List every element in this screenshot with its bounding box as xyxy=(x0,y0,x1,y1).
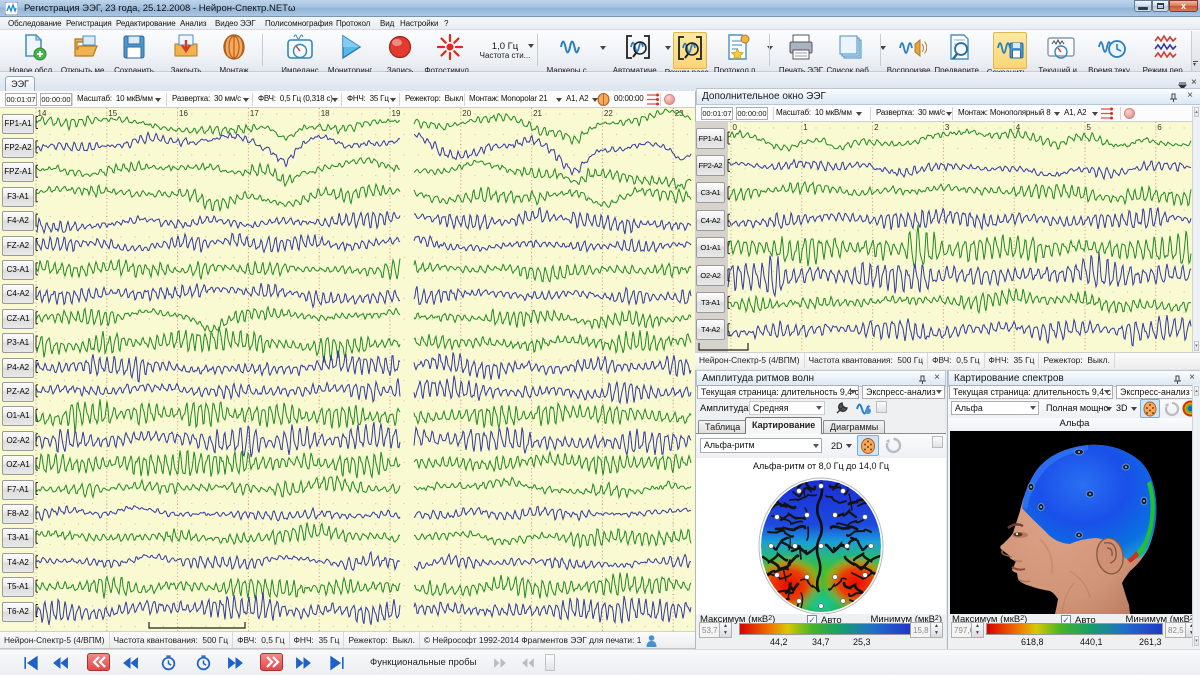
svg-text:18: 18 xyxy=(321,109,330,118)
svg-text:16: 16 xyxy=(179,109,188,118)
svg-text:2: 2 xyxy=(874,123,879,132)
svg-text:17: 17 xyxy=(250,109,259,118)
svg-text:6: 6 xyxy=(1157,123,1162,132)
svg-text:19: 19 xyxy=(392,109,401,118)
svg-text:1: 1 xyxy=(803,123,808,132)
svg-text:0: 0 xyxy=(733,123,738,132)
svg-text:3: 3 xyxy=(945,123,950,132)
svg-text:20: 20 xyxy=(462,109,471,118)
svg-text:22: 22 xyxy=(604,109,613,118)
svg-text:15: 15 xyxy=(108,109,117,118)
svg-text:21: 21 xyxy=(533,109,542,118)
svg-text:5: 5 xyxy=(1087,123,1092,132)
